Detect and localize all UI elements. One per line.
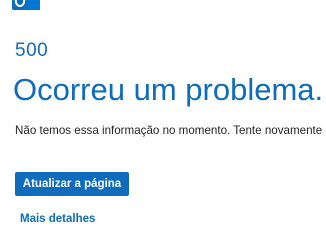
- error-code: 500: [15, 40, 49, 61]
- more-details-link[interactable]: Mais detalhes: [20, 211, 95, 227]
- reload-page-button[interactable]: Atualizar a página: [15, 172, 129, 196]
- error-message: Não temos essa informação no momento. Te…: [15, 124, 326, 137]
- error-title: Ocorreu um problema.: [13, 72, 324, 107]
- outlook-logo-icon: [10, 0, 42, 14]
